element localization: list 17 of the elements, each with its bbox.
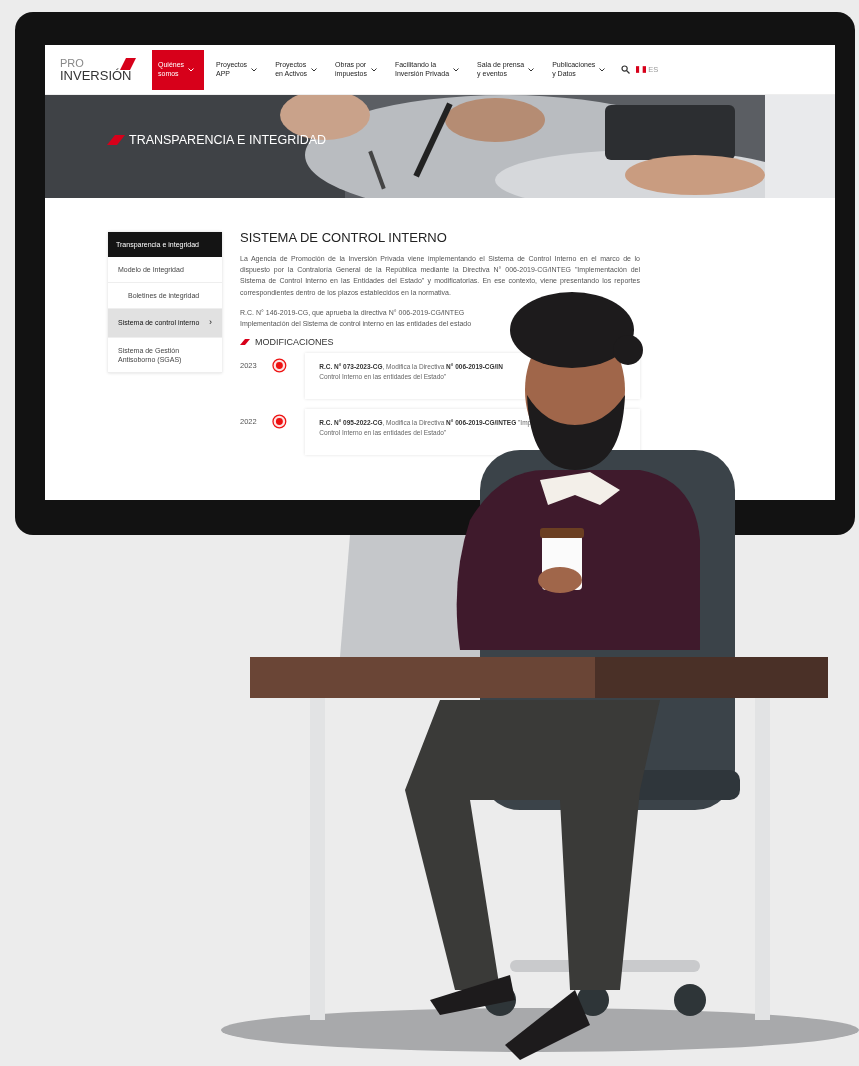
logo-text[interactable]: PRO [60,57,84,69]
slash-icon [120,57,136,70]
caret-icon [370,67,377,72]
caret-icon [528,67,535,72]
slash-icon [240,339,250,346]
caret-icon [188,67,195,72]
slash-icon [107,135,125,145]
caret-icon [453,67,460,72]
timeline-dot [272,414,288,430]
caret-icon [599,67,606,72]
logo-text[interactable]: INVERSIÓN [60,68,132,82]
caret-icon [251,67,258,72]
search-icon[interactable] [621,65,631,74]
section-heading: SISTEMA DE CONTROL INTERNO [240,230,448,245]
caret-icon [311,67,318,72]
timeline-dot [272,358,288,374]
subsection-heading: MODIFICACIONES [255,337,334,348]
